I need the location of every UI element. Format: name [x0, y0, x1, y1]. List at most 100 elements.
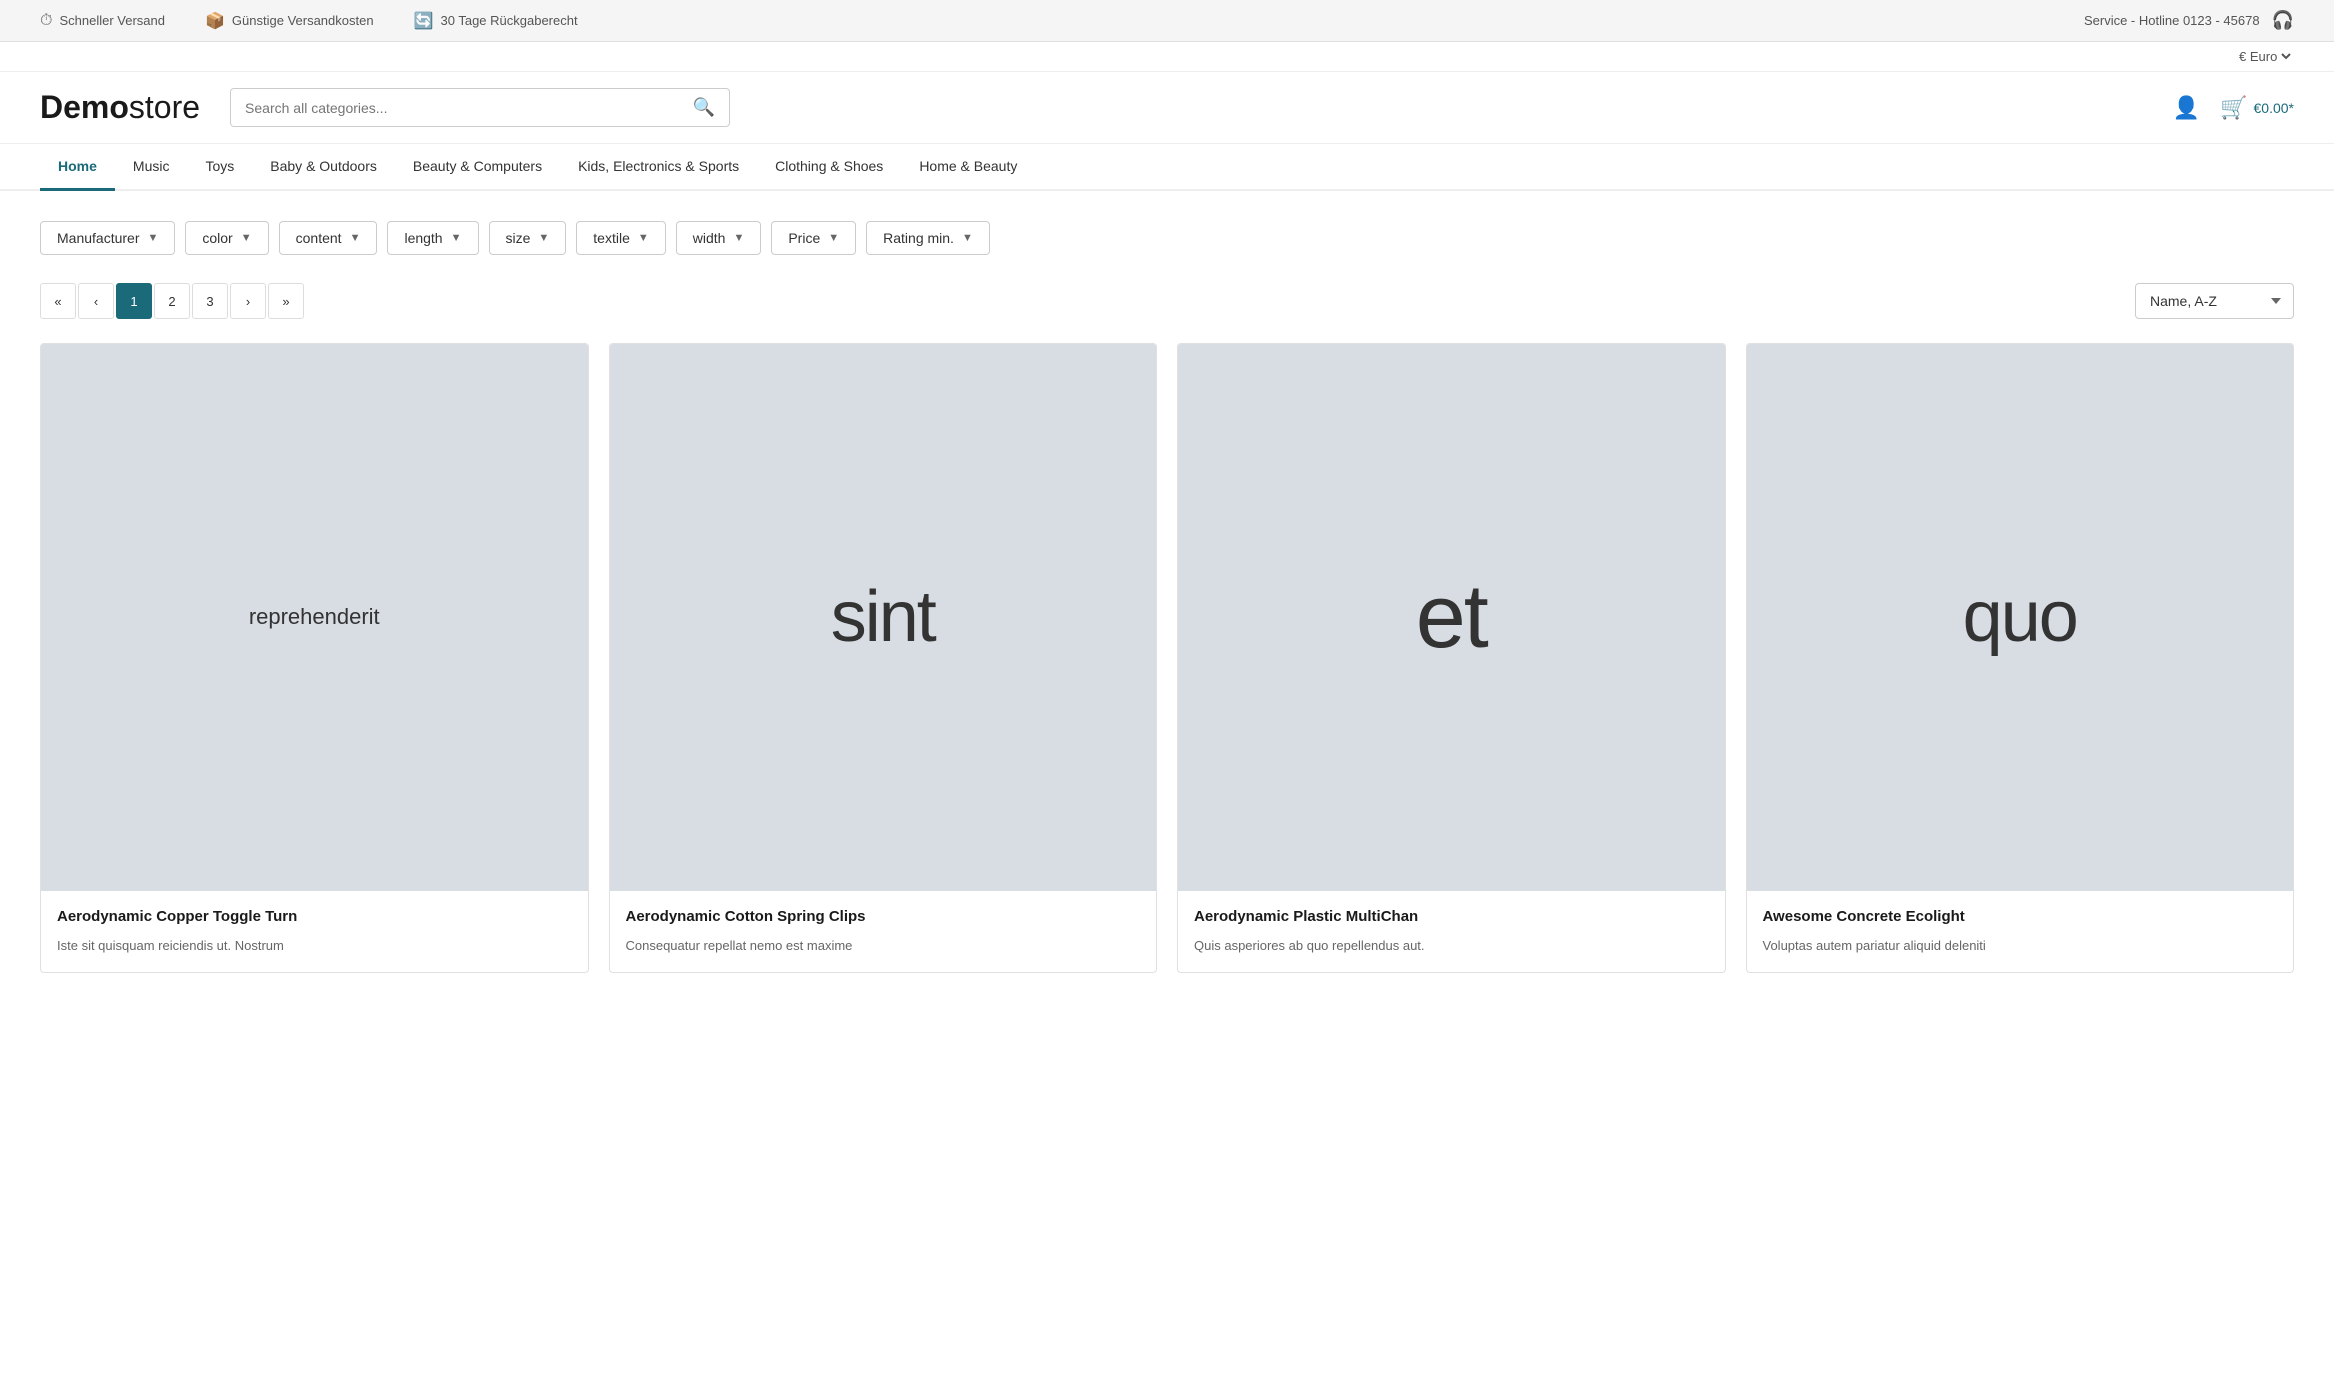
filter-color-label: color: [202, 230, 232, 246]
product-desc-1: Iste sit quisquam reiciendis ut. Nostrum: [57, 936, 572, 956]
product-image-3: et: [1178, 344, 1725, 891]
account-icon: 👤: [2173, 95, 2200, 121]
nav-item-toys[interactable]: Toys: [187, 144, 252, 191]
chevron-down-icon: ▼: [451, 232, 462, 244]
page-2-button[interactable]: 2: [154, 283, 190, 319]
search-bar: 🔍: [230, 88, 730, 127]
filter-textile-label: textile: [593, 230, 630, 246]
filter-length-label: length: [404, 230, 442, 246]
nav-item-music[interactable]: Music: [115, 144, 188, 191]
filter-rating[interactable]: Rating min. ▼: [866, 221, 990, 255]
filter-size-label: size: [506, 230, 531, 246]
top-bar-item-shipping: ⏱ Schneller Versand: [40, 12, 165, 30]
product-image-text-1: reprehenderit: [249, 604, 380, 630]
product-info-3: Aerodynamic Plastic MultiChan Quis asper…: [1178, 891, 1725, 972]
pagination-sort-row: « ‹ 1 2 3 › » Name, A-Z Name, Z-A Price,…: [40, 283, 2294, 319]
top-bar-return-label: 30 Tage Rückgaberecht: [441, 13, 578, 28]
pagination: « ‹ 1 2 3 › »: [40, 283, 304, 319]
product-card-3[interactable]: et Aerodynamic Plastic MultiChan Quis as…: [1177, 343, 1726, 973]
refresh-icon: 🔄: [414, 11, 434, 31]
header-actions: 👤 🛒 €0.00*: [2173, 95, 2294, 121]
page-prev-button[interactable]: ‹: [78, 283, 114, 319]
nav-item-home-beauty[interactable]: Home & Beauty: [901, 144, 1035, 191]
nav-item-home[interactable]: Home: [40, 144, 115, 191]
chevron-down-icon: ▼: [350, 232, 361, 244]
clock-icon: ⏱: [40, 12, 52, 30]
product-desc-4: Voluptas autem pariatur aliquid deleniti: [1763, 936, 2278, 956]
product-card-4[interactable]: quo Awesome Concrete Ecolight Voluptas a…: [1746, 343, 2295, 973]
product-info-1: Aerodynamic Copper Toggle Turn Iste sit …: [41, 891, 588, 972]
filters-bar: Manufacturer ▼ color ▼ content ▼ length …: [40, 221, 2294, 255]
account-button[interactable]: 👤: [2173, 95, 2200, 121]
filter-textile[interactable]: textile ▼: [576, 221, 665, 255]
filter-price[interactable]: Price ▼: [771, 221, 856, 255]
chevron-down-icon: ▼: [962, 232, 973, 244]
cart-icon: 🛒: [2220, 95, 2247, 121]
filter-color[interactable]: color ▼: [185, 221, 268, 255]
cart-amount: €0.00*: [2254, 100, 2294, 116]
search-button[interactable]: 🔍: [679, 89, 729, 126]
filter-manufacturer[interactable]: Manufacturer ▼: [40, 221, 175, 255]
product-card-1[interactable]: reprehenderit Aerodynamic Copper Toggle …: [40, 343, 589, 973]
filter-size[interactable]: size ▼: [489, 221, 567, 255]
filter-width-label: width: [693, 230, 726, 246]
product-name-2: Aerodynamic Cotton Spring Clips: [626, 907, 1141, 927]
product-image-2: sint: [610, 344, 1157, 891]
product-grid: reprehenderit Aerodynamic Copper Toggle …: [40, 343, 2294, 973]
page-1-button[interactable]: 1: [116, 283, 152, 319]
product-image-text-3: et: [1416, 566, 1487, 669]
nav-item-clothing-shoes[interactable]: Clothing & Shoes: [757, 144, 901, 191]
product-name-3: Aerodynamic Plastic MultiChan: [1194, 907, 1709, 927]
product-image-text-4: quo: [1963, 576, 2077, 658]
logo-light: store: [129, 89, 200, 125]
product-info-2: Aerodynamic Cotton Spring Clips Consequa…: [610, 891, 1157, 972]
top-bar: ⏱ Schneller Versand 📦 Günstige Versandko…: [0, 0, 2334, 42]
nav-item-beauty-computers[interactable]: Beauty & Computers: [395, 144, 560, 191]
top-bar-cost-label: Günstige Versandkosten: [232, 13, 374, 28]
hotline-label: Service - Hotline 0123 - 45678: [2084, 13, 2260, 28]
chevron-down-icon: ▼: [733, 232, 744, 244]
page-first-button[interactable]: «: [40, 283, 76, 319]
chevron-down-icon: ▼: [828, 232, 839, 244]
product-desc-2: Consequatur repellat nemo est maxime: [626, 936, 1141, 956]
chevron-down-icon: ▼: [147, 232, 158, 244]
logo-bold: Demo: [40, 89, 129, 125]
nav-item-baby-outdoors[interactable]: Baby & Outdoors: [252, 144, 395, 191]
filter-rating-label: Rating min.: [883, 230, 954, 246]
product-image-1: reprehenderit: [41, 344, 588, 891]
page-last-button[interactable]: »: [268, 283, 304, 319]
top-bar-left: ⏱ Schneller Versand 📦 Günstige Versandko…: [40, 11, 578, 31]
header: Demostore 🔍 👤 🛒 €0.00*: [0, 72, 2334, 144]
main-nav: Home Music Toys Baby & Outdoors Beauty &…: [0, 144, 2334, 191]
top-bar-shipping-label: Schneller Versand: [59, 13, 165, 28]
package-icon: 📦: [205, 11, 225, 31]
chevron-down-icon: ▼: [241, 232, 252, 244]
product-image-4: quo: [1747, 344, 2294, 891]
search-input[interactable]: [231, 90, 679, 126]
top-bar-item-cost: 📦 Günstige Versandkosten: [205, 11, 374, 31]
filter-content[interactable]: content ▼: [279, 221, 378, 255]
top-bar-right: Service - Hotline 0123 - 45678 🎧: [2084, 10, 2294, 31]
chevron-down-icon: ▼: [638, 232, 649, 244]
main-content: Manufacturer ▼ color ▼ content ▼ length …: [0, 191, 2334, 1003]
filter-width[interactable]: width ▼: [676, 221, 762, 255]
filter-length[interactable]: length ▼: [387, 221, 478, 255]
page-3-button[interactable]: 3: [192, 283, 228, 319]
product-info-4: Awesome Concrete Ecolight Voluptas autem…: [1747, 891, 2294, 972]
filter-content-label: content: [296, 230, 342, 246]
currency-select[interactable]: € Euro $ USD £ GBP: [2235, 48, 2294, 65]
filter-price-label: Price: [788, 230, 820, 246]
cart-button[interactable]: 🛒 €0.00*: [2220, 95, 2294, 121]
nav-item-kids-electronics-sports[interactable]: Kids, Electronics & Sports: [560, 144, 757, 191]
headphone-icon: 🎧: [2272, 10, 2294, 31]
chevron-down-icon: ▼: [538, 232, 549, 244]
logo[interactable]: Demostore: [40, 89, 200, 126]
currency-bar: € Euro $ USD £ GBP: [0, 42, 2334, 72]
page-next-button[interactable]: ›: [230, 283, 266, 319]
product-card-2[interactable]: sint Aerodynamic Cotton Spring Clips Con…: [609, 343, 1158, 973]
sort-select[interactable]: Name, A-Z Name, Z-A Price, low to high P…: [2135, 283, 2294, 319]
product-name-1: Aerodynamic Copper Toggle Turn: [57, 907, 572, 927]
product-image-text-2: sint: [831, 576, 935, 658]
filter-manufacturer-label: Manufacturer: [57, 230, 139, 246]
product-name-4: Awesome Concrete Ecolight: [1763, 907, 2278, 927]
